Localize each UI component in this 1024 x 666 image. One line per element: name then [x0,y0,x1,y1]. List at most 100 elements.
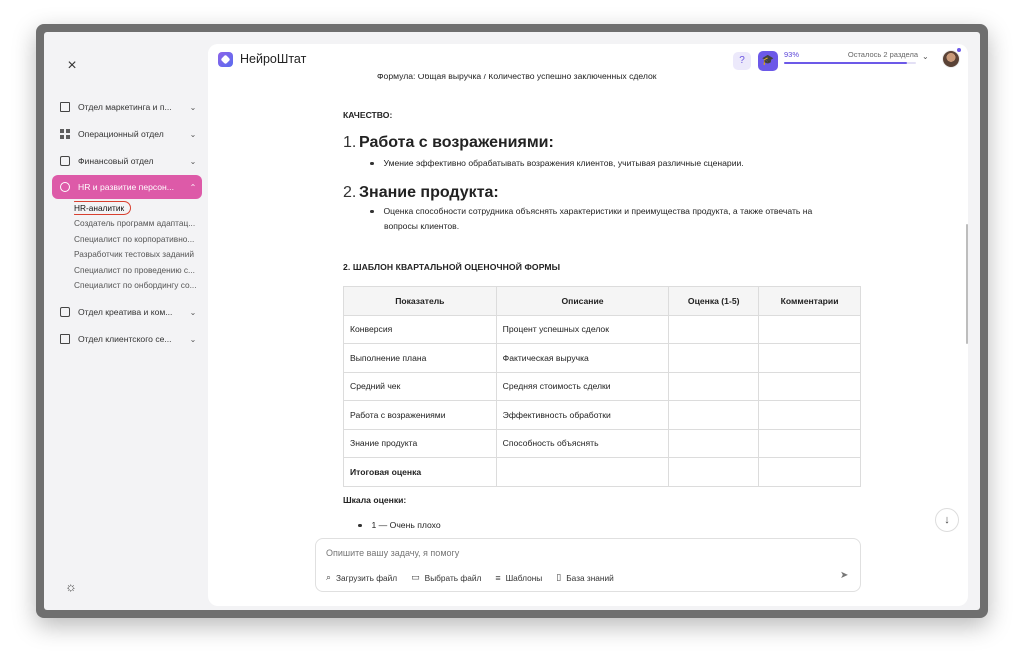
help-icon[interactable]: ? [733,52,751,70]
knowledge-base-button[interactable]: ▯ База знаний [556,572,614,583]
sub-item-conducting[interactable]: Специалист по проведению с... [74,263,204,278]
bullet-text: Умение эффективно обрабатывать возражени… [383,158,744,168]
composer-toolbar: ⌕ Загрузить файл ▭ Выбрать файл ≡ Шаблоны ▯… [326,572,628,583]
table-cell [758,428,861,458]
sidebar-item-client-service[interactable]: Отдел клиентского се... ⌄ [52,326,202,352]
table-cell [668,314,760,344]
sidebar-item-label: Операционный отдел [78,129,164,139]
department-nav: Отдел маркетинга и п... ⌄ Операционный о… [52,94,202,353]
list-bullet: Умение эффективно обрабатывать возражени… [370,158,744,168]
table-cell [758,371,861,401]
progress-fill [784,62,907,64]
list-item-title: Работа с возражениями: [359,134,554,151]
upload-file-button[interactable]: ⌕ Загрузить файл [326,572,397,583]
table-cell [668,428,760,458]
table-row: Конверсия Процент успешных сделок [343,314,861,344]
sub-item-hr-analyst[interactable]: HR-аналитик [74,201,204,216]
bullet-text: Оценка способности сотрудника объяснять … [383,206,813,216]
scrollbar[interactable] [966,224,968,344]
sidebar-item-label: HR и развитие персон... [78,182,174,192]
scale-heading: Шкала оценки: [343,495,407,505]
sidebar-item-creative[interactable]: Отдел креатива и ком... ⌄ [52,299,202,325]
table-cell: Средняя стоимость сделки [495,371,670,401]
table-cell: Средний чек [343,371,497,401]
close-icon[interactable]: × [62,56,82,76]
bullet-text-continued: вопросы клиентов. [384,221,460,231]
logo-icon [218,52,233,67]
send-icon[interactable]: ➤ [840,570,848,581]
hr-subitems: HR-аналитик Создатель программ адаптац..… [52,201,202,293]
chevron-up-icon[interactable]: ⌃ [184,183,202,192]
table-cell [758,457,861,487]
sun-icon[interactable]: ☼ [64,580,78,594]
tool-label: Загрузить файл [336,572,398,583]
chevron-down-icon[interactable]: ⌄ [184,157,202,166]
chevron-down-icon[interactable]: ⌄ [184,335,202,344]
sidebar-item-operations[interactable]: Операционный отдел ⌄ [52,121,202,147]
sub-item-label: HR-аналитик [74,201,132,215]
quality-heading: КАЧЕСТВО: [343,110,393,120]
table-cell: Эффективность обработки [495,400,670,430]
sub-item-adaptation[interactable]: Создатель программ адаптац... [74,216,204,231]
table-cell: Знание продукта [343,428,497,458]
list-bullet: 1 — Очень плохо [358,520,441,530]
sidebar-item-finance[interactable]: Финансовый отдел ⌄ [52,148,202,174]
message-composer: ⌕ Загрузить файл ▭ Выбрать файл ≡ Шаблоны ▯… [315,538,861,592]
table-cell [758,343,861,373]
section-heading: 2. ШАБЛОН КВАРТАЛЬНОЙ ОЦЕНОЧНОЙ ФОРМЫ [343,262,561,272]
table-cell [758,400,861,430]
bullet-dot [358,523,362,528]
list-number: 1. [343,134,357,151]
table-cell: Итоговая оценка [343,457,497,487]
formula-line: Формула: Общая выручка / Количество успе… [377,73,657,81]
sidebar-item-marketing[interactable]: Отдел маркетинга и п... ⌄ [52,94,202,120]
chevron-down-icon[interactable]: ⌄ [184,103,202,112]
sidebar-item-hr[interactable]: HR и развитие персон... ⌃ [52,175,202,199]
chevron-down-icon[interactable]: ⌄ [184,308,202,317]
shop-icon [60,102,70,112]
sub-item-corporate[interactable]: Специалист по корпоративно... [74,232,204,247]
progress-remaining: Осталось 2 раздела [847,50,918,59]
list-item-title: Знание продукта: [359,184,499,201]
users-icon [60,182,70,192]
folder-icon: ▭ [411,572,420,582]
column-header: Оценка (1-5) [668,286,760,316]
table-cell [758,314,861,344]
evaluation-table: Показатель Описание Оценка (1-5) Коммент… [343,286,861,487]
column-header: Показатель [343,286,497,316]
card-icon [60,334,70,345]
tool-label: База знаний [566,572,614,583]
chevron-down-icon[interactable]: ⌄ [184,130,202,139]
paperclip-icon: ⌕ [326,572,332,582]
wallet-icon [60,156,70,166]
grid-icon [60,129,70,139]
table-row-total: Итоговая оценка [343,457,861,487]
sub-item-onboarding[interactable]: Специалист по онбордингу со... [74,278,204,293]
sub-item-test-tasks[interactable]: Разработчик тестовых заданий [74,247,204,262]
list-number: 2. [343,184,357,201]
main-panel: НейроШтат ? 🎓 93% Осталось 2 раздела ⌄ Ф… [208,44,968,606]
sidebar: × Отдел маркетинга и п... ⌄ Операционный… [44,32,208,610]
table-cell [668,457,760,487]
notification-dot [956,47,962,53]
bullet-dot [370,161,374,166]
chat-icon [60,307,70,318]
chevron-down-icon[interactable]: ⌄ [922,52,929,61]
list-bullet: Оценка способности сотрудника объяснять … [370,206,812,216]
choose-file-button[interactable]: ▭ Выбрать файл [411,572,481,583]
templates-button[interactable]: ≡ Шаблоны [495,572,542,583]
table-row: Средний чек Средняя стоимость сделки [343,371,861,401]
table-cell: Конверсия [343,314,497,344]
task-input[interactable] [326,548,826,558]
topbar: НейроШтат ? 🎓 93% Осталось 2 раздела ⌄ [208,44,968,74]
book-icon: ▯ [556,572,562,582]
table-cell [668,343,760,373]
table-header-row: Показатель Описание Оценка (1-5) Коммент… [343,286,861,316]
templates-icon: ≡ [495,572,501,583]
graduation-cap-icon[interactable]: 🎓 [758,51,778,71]
brand-name: НейроШтат [240,52,307,66]
bullet-text: 1 — Очень плохо [371,520,441,530]
tool-label: Шаблоны [505,572,543,583]
arrow-down-icon[interactable]: ↓ [935,508,959,532]
table-row: Выполнение плана Фактическая выручка [343,343,861,373]
